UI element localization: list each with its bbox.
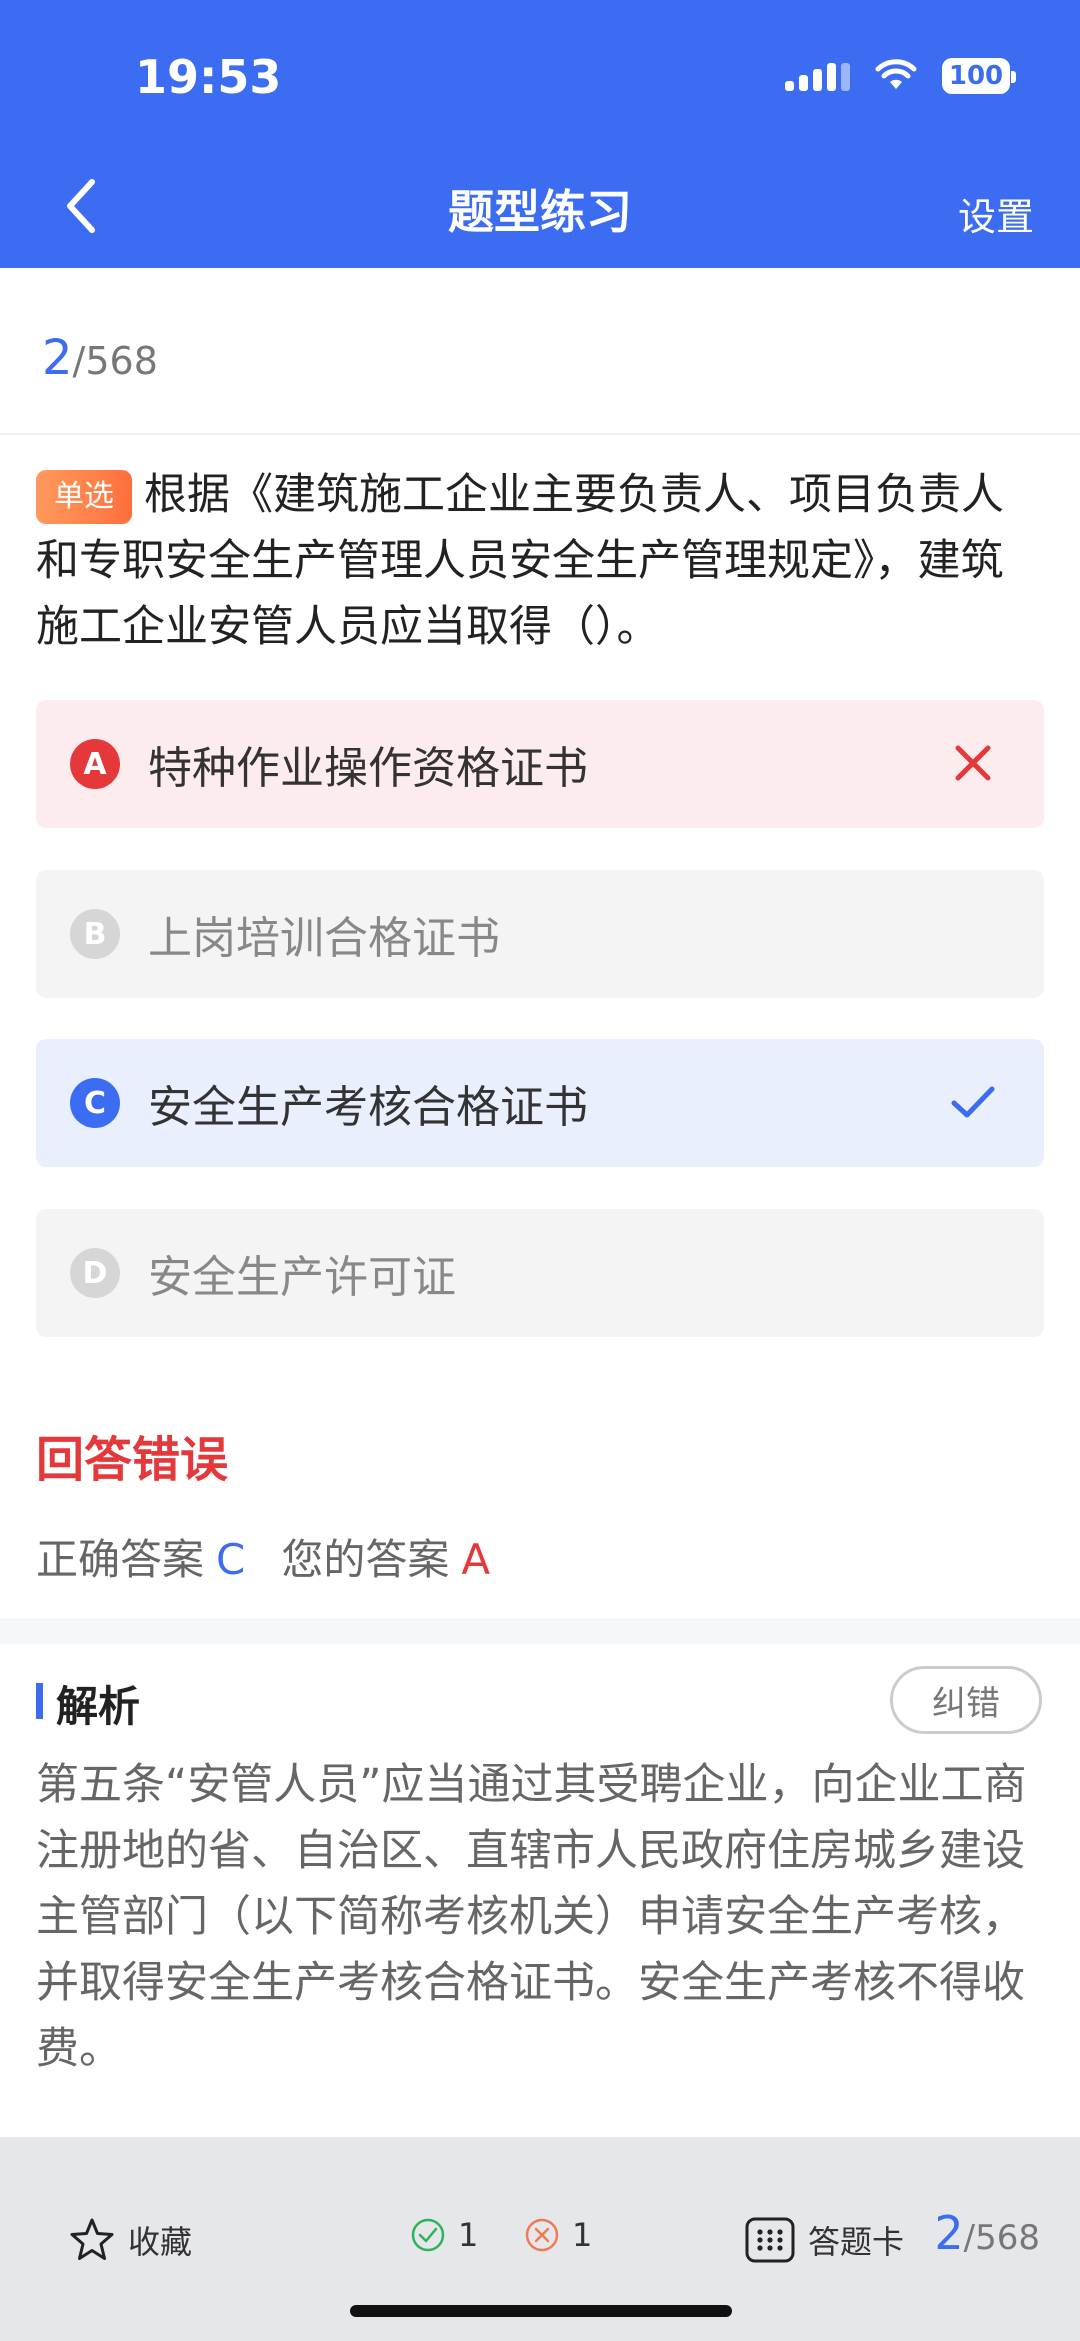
option-d[interactable]: D 安全生产许可证: [36, 1209, 1044, 1337]
app-header: 19:53 100 题型练习 设置: [0, 0, 1080, 268]
status-time: 19:53: [135, 50, 282, 104]
answer-card-label: 答题卡: [808, 2223, 905, 2261]
option-key: D: [70, 1248, 120, 1298]
correct-answer-value: C: [216, 1535, 246, 1584]
battery-level: 100: [948, 61, 1004, 91]
analysis-text: 第五条“安管人员”应当通过其受聘企业，向企业工商注册地的省、自治区、直辖市人民政…: [36, 1760, 1027, 2074]
correct-answer-label: 正确答案: [36, 1535, 205, 1584]
analysis-title: 解析: [56, 1682, 141, 1731]
analysis-accent-bar: [36, 1683, 43, 1719]
progress-total: /568: [72, 339, 158, 383]
section-separator: [0, 1618, 1080, 1644]
progress-current: 2: [42, 330, 73, 386]
grid-icon: [745, 2217, 795, 2263]
result-title: 回答错误: [36, 1432, 229, 1488]
question-stem: 单选 根据《建筑施工企业主要负责人、项目负责人和专职安全生产管理人员安全生产管理规…: [36, 462, 1046, 660]
option-key: B: [70, 909, 120, 959]
option-key: A: [70, 739, 120, 789]
wifi-icon: [875, 59, 917, 89]
correct-check-icon: [951, 1086, 995, 1118]
your-answer-label: 您的答案: [281, 1535, 450, 1584]
divider: [0, 433, 1080, 435]
option-text: 安全生产考核合格证书: [148, 1082, 588, 1133]
cellular-signal-icon: [785, 61, 850, 91]
cross-circle-icon: [525, 2218, 559, 2252]
star-icon: [70, 2218, 114, 2260]
report-error-button[interactable]: 纠错: [890, 1666, 1042, 1734]
question-type-badge: 单选: [36, 470, 132, 524]
option-text: 上岗培训合格证书: [148, 913, 500, 964]
footer-progress: 2/568: [934, 2206, 1040, 2260]
check-circle-icon: [411, 2218, 445, 2252]
favorite-button[interactable]: 收藏: [68, 2216, 192, 2264]
option-c[interactable]: C 安全生产考核合格证书: [36, 1039, 1044, 1167]
option-text: 安全生产许可证: [148, 1252, 456, 1303]
answer-card-button[interactable]: 答题卡: [744, 2216, 904, 2264]
option-key: C: [70, 1078, 120, 1128]
status-icons: 100: [785, 58, 1016, 94]
answer-summary: 正确答案 C 您的答案 A: [36, 1526, 490, 1587]
home-indicator[interactable]: [350, 2305, 732, 2317]
wrong-count: 1: [524, 2216, 592, 2254]
battery-icon: 100: [942, 58, 1016, 94]
option-b[interactable]: B 上岗培训合格证书: [36, 870, 1044, 998]
footer-progress-current: 2: [934, 2206, 964, 2260]
correct-count-value: 1: [458, 2216, 479, 2254]
option-a[interactable]: A 特种作业操作资格证书: [36, 700, 1044, 828]
wrong-count-value: 1: [572, 2216, 593, 2254]
your-answer-value: A: [461, 1535, 491, 1584]
favorite-label: 收藏: [128, 2223, 193, 2261]
question-progress: 2/568: [42, 330, 158, 386]
page-title: 题型练习: [448, 185, 632, 239]
settings-button[interactable]: 设置: [958, 186, 1034, 241]
option-text: 特种作业操作资格证书: [148, 743, 588, 794]
wrong-cross-icon: [955, 745, 991, 781]
footer-progress-total: /568: [963, 2218, 1040, 2258]
correct-count: 1: [410, 2216, 478, 2254]
question-text: 根据《建筑施工企业主要负责人、项目负责人和专职安全生产管理人员安全生产管理规定》…: [36, 470, 1004, 652]
